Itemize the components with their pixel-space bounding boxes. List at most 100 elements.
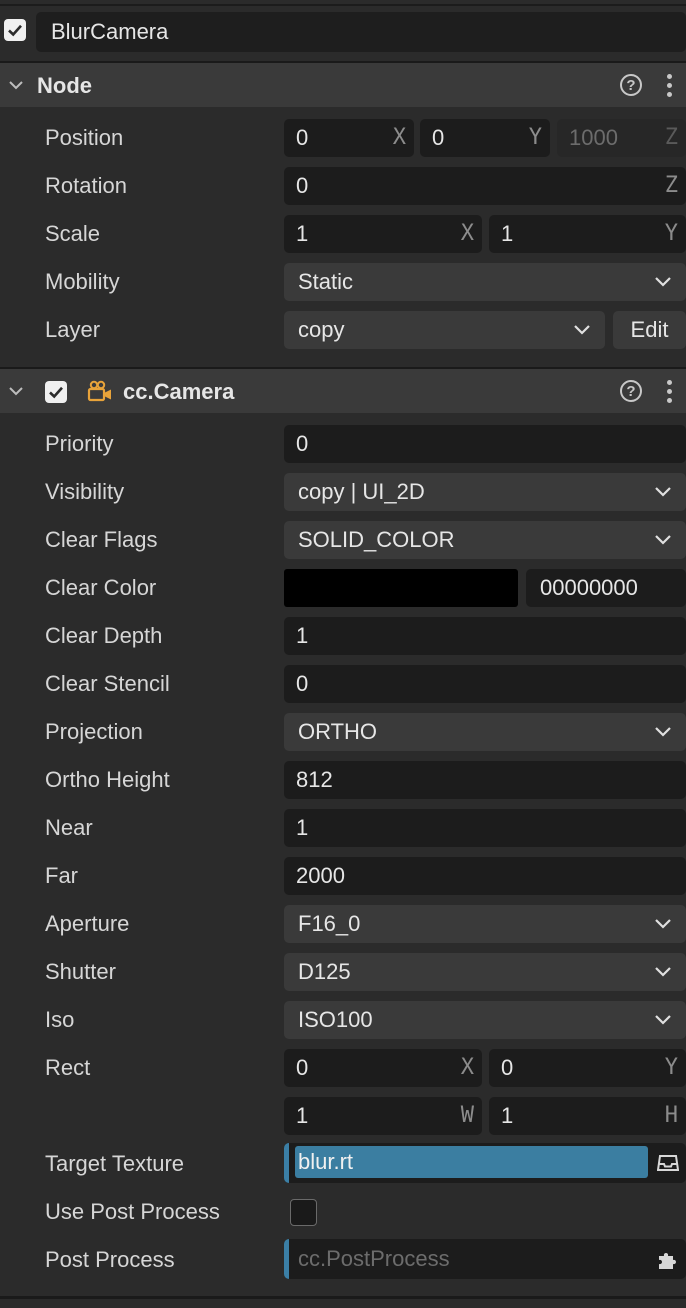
- rect-w-value: 1: [296, 1103, 309, 1128]
- iso-label: Iso: [45, 1007, 75, 1032]
- clear-flags-select[interactable]: SOLID_COLOR: [284, 521, 686, 559]
- position-x-input[interactable]: 0 X: [284, 119, 414, 157]
- target-texture-field[interactable]: blur.rt: [284, 1143, 686, 1183]
- iso-value: ISO100: [298, 1007, 373, 1032]
- axis-y-label: Y: [528, 125, 542, 150]
- far-row: Far 2000: [0, 852, 686, 900]
- mobility-value: Static: [298, 269, 354, 294]
- scale-x-value: 1: [296, 221, 309, 246]
- visibility-row: Visibility copy | UI_2D: [0, 468, 686, 516]
- priority-label: Priority: [45, 431, 114, 456]
- axis-z-label: Z: [664, 173, 678, 198]
- rotation-z-input[interactable]: 0 Z: [284, 167, 686, 205]
- chevron-down-icon: [655, 487, 671, 497]
- puzzle-icon[interactable]: [657, 1249, 679, 1271]
- rect-h-input[interactable]: 1 H: [489, 1097, 686, 1135]
- chevron-down-icon[interactable]: [8, 77, 24, 93]
- aperture-row: Aperture F16_0: [0, 900, 686, 948]
- chevron-down-icon[interactable]: [8, 383, 24, 399]
- rect-w-input[interactable]: 1 W: [284, 1097, 482, 1135]
- axis-z-label: Z: [664, 125, 678, 150]
- post-process-label: Post Process: [45, 1247, 175, 1272]
- checkmark-icon: [8, 24, 22, 37]
- more-icon[interactable]: [667, 74, 673, 101]
- post-process-row: Post Process cc.PostProcess: [0, 1236, 686, 1284]
- position-z-value: 1000: [569, 125, 618, 150]
- layer-select[interactable]: copy: [284, 311, 605, 349]
- clear-stencil-input[interactable]: 0: [284, 665, 686, 703]
- position-y-input[interactable]: 0 Y: [420, 119, 550, 157]
- clear-stencil-label: Clear Stencil: [45, 671, 170, 696]
- bottom-divider: [0, 1296, 686, 1299]
- ortho-height-label: Ortho Height: [45, 767, 170, 792]
- clear-color-label: Clear Color: [45, 575, 157, 600]
- near-row: Near 1: [0, 804, 686, 852]
- use-post-process-label: Use Post Process: [45, 1199, 220, 1224]
- aperture-select[interactable]: F16_0: [284, 905, 686, 943]
- chevron-down-icon: [655, 967, 671, 977]
- clear-color-swatch[interactable]: [284, 569, 518, 607]
- scale-y-value: 1: [501, 221, 514, 246]
- clear-depth-input[interactable]: 1: [284, 617, 686, 655]
- projection-row: Projection ORTHO: [0, 708, 686, 756]
- help-icon[interactable]: ?: [620, 380, 642, 402]
- rotation-z-value: 0: [296, 173, 309, 198]
- priority-input[interactable]: 0: [284, 425, 686, 463]
- ortho-height-row: Ortho Height 812: [0, 756, 686, 804]
- aperture-value: F16_0: [298, 911, 361, 936]
- position-z-input: 1000 Z: [557, 119, 686, 157]
- clear-depth-row: Clear Depth 1: [0, 612, 686, 660]
- far-input[interactable]: 2000: [284, 857, 686, 895]
- scale-y-input[interactable]: 1 Y: [489, 215, 686, 253]
- camera-section-title: cc.Camera: [123, 379, 235, 404]
- layer-value: copy: [298, 317, 345, 342]
- node-name-input[interactable]: BlurCamera: [36, 12, 686, 52]
- target-texture-value[interactable]: blur.rt: [295, 1146, 648, 1178]
- shutter-select[interactable]: D125: [284, 953, 686, 991]
- layer-edit-button[interactable]: Edit: [613, 311, 686, 349]
- projection-value: ORTHO: [298, 719, 378, 744]
- mobility-label: Mobility: [45, 269, 120, 294]
- aperture-label: Aperture: [45, 911, 130, 936]
- node-title-bar: BlurCamera: [0, 9, 686, 55]
- rotation-label: Rotation: [45, 173, 127, 198]
- layer-row: Layer copy Edit: [0, 306, 686, 354]
- mobility-row: Mobility Static: [0, 258, 686, 306]
- rect-label: Rect: [45, 1055, 91, 1080]
- node-active-checkbox[interactable]: [4, 19, 26, 41]
- chevron-down-icon: [655, 535, 671, 545]
- help-icon[interactable]: ?: [620, 74, 642, 96]
- rect-size-row: 1 W 1 H: [0, 1092, 686, 1140]
- camera-enabled-checkbox[interactable]: [45, 381, 67, 403]
- camera-icon: [87, 380, 111, 402]
- rect-y-value: 0: [501, 1055, 514, 1080]
- more-icon[interactable]: [667, 380, 673, 407]
- clear-color-row: Clear Color 00000000: [0, 564, 686, 612]
- mobility-select[interactable]: Static: [284, 263, 686, 301]
- near-input[interactable]: 1: [284, 809, 686, 847]
- near-label: Near: [45, 815, 93, 840]
- clear-color-hex-input[interactable]: 00000000: [526, 569, 686, 607]
- rect-y-input[interactable]: 0 Y: [489, 1049, 686, 1087]
- node-section-header[interactable]: Node ?: [0, 61, 686, 107]
- asset-tray-icon[interactable]: [657, 1153, 679, 1173]
- post-process-field[interactable]: cc.PostProcess: [284, 1239, 686, 1279]
- use-post-process-row: Use Post Process: [0, 1188, 686, 1236]
- iso-select[interactable]: ISO100: [284, 1001, 686, 1039]
- checkmark-icon: [49, 386, 63, 399]
- scale-x-input[interactable]: 1 X: [284, 215, 482, 253]
- visibility-select[interactable]: copy | UI_2D: [284, 473, 686, 511]
- axis-y-label: Y: [664, 1055, 678, 1080]
- rect-x-input[interactable]: 0 X: [284, 1049, 482, 1087]
- position-x-value: 0: [296, 125, 309, 150]
- rect-h-value: 1: [501, 1103, 514, 1128]
- camera-section-header[interactable]: cc.Camera ?: [0, 367, 686, 413]
- ortho-height-input[interactable]: 812: [284, 761, 686, 799]
- layer-label: Layer: [45, 317, 101, 342]
- clear-flags-row: Clear Flags SOLID_COLOR: [0, 516, 686, 564]
- projection-select[interactable]: ORTHO: [284, 713, 686, 751]
- axis-w-label: W: [460, 1103, 474, 1128]
- rect-x-value: 0: [296, 1055, 309, 1080]
- use-post-process-checkbox[interactable]: [290, 1199, 317, 1226]
- position-row: Position 0 X 0 Y 1000 Z: [0, 114, 686, 162]
